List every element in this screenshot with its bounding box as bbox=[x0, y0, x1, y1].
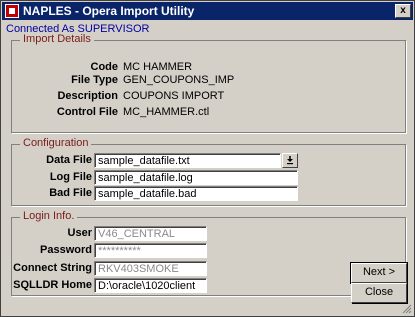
app-icon bbox=[5, 4, 19, 18]
sqlldr-home-input[interactable]: D:\oracle\1020client bbox=[94, 278, 207, 293]
control-file-value: MC_HAMMER.ctl bbox=[123, 106, 210, 118]
description-value: COUPONS IMPORT bbox=[123, 90, 225, 102]
window-title: NAPLES - Opera Import Utility bbox=[23, 4, 195, 18]
file-type-label: File Type bbox=[71, 74, 118, 86]
data-file-label: Data File bbox=[46, 154, 92, 166]
data-file-input[interactable]: sample_datafile.txt bbox=[94, 153, 281, 168]
log-file-input[interactable]: sample_datafile.log bbox=[94, 170, 298, 185]
title-bar: NAPLES - Opera Import Utility x bbox=[2, 2, 413, 20]
connect-string-label: Connect String bbox=[13, 262, 92, 274]
bad-file-input[interactable]: sample_datafile.bad bbox=[94, 186, 298, 201]
bad-file-label: Bad File bbox=[49, 187, 92, 199]
configuration-group: Configuration Data File sample_datafile.… bbox=[11, 137, 406, 206]
password-label: Password bbox=[40, 244, 92, 256]
user-label: User bbox=[67, 227, 92, 239]
download-arrow-icon bbox=[287, 156, 293, 165]
configuration-legend: Configuration bbox=[20, 137, 92, 149]
code-label: Code bbox=[90, 61, 119, 73]
connect-string-input[interactable]: RKV403SMOKE bbox=[94, 261, 207, 276]
log-file-label: Log File bbox=[49, 171, 92, 183]
sqlldr-home-label: SQLLDR Home bbox=[13, 279, 92, 291]
import-details-legend: Import Details bbox=[20, 33, 94, 45]
password-input[interactable]: ********** bbox=[94, 243, 207, 258]
import-details-group: Import Details Code MC HAMMER File Type … bbox=[11, 33, 406, 133]
import-utility-window: NAPLES - Opera Import Utility x Connecte… bbox=[0, 0, 415, 317]
close-button[interactable]: Close bbox=[351, 283, 407, 303]
code-value: MC HAMMER bbox=[123, 61, 193, 73]
user-input[interactable]: V46_CENTRAL bbox=[94, 226, 207, 241]
next-button[interactable]: Next > bbox=[350, 262, 408, 284]
file-type-value: GEN_COUPONS_IMP bbox=[123, 74, 235, 86]
login-info-group: Login Info. User V46_CENTRAL Password **… bbox=[11, 210, 406, 296]
description-label: Description bbox=[57, 90, 118, 102]
resize-grip-icon[interactable] bbox=[402, 304, 412, 314]
login-info-legend: Login Info. bbox=[20, 210, 78, 222]
control-file-label: Control File bbox=[56, 106, 118, 118]
data-file-dropdown-button[interactable] bbox=[282, 153, 298, 168]
window-close-button[interactable]: x bbox=[395, 4, 411, 18]
